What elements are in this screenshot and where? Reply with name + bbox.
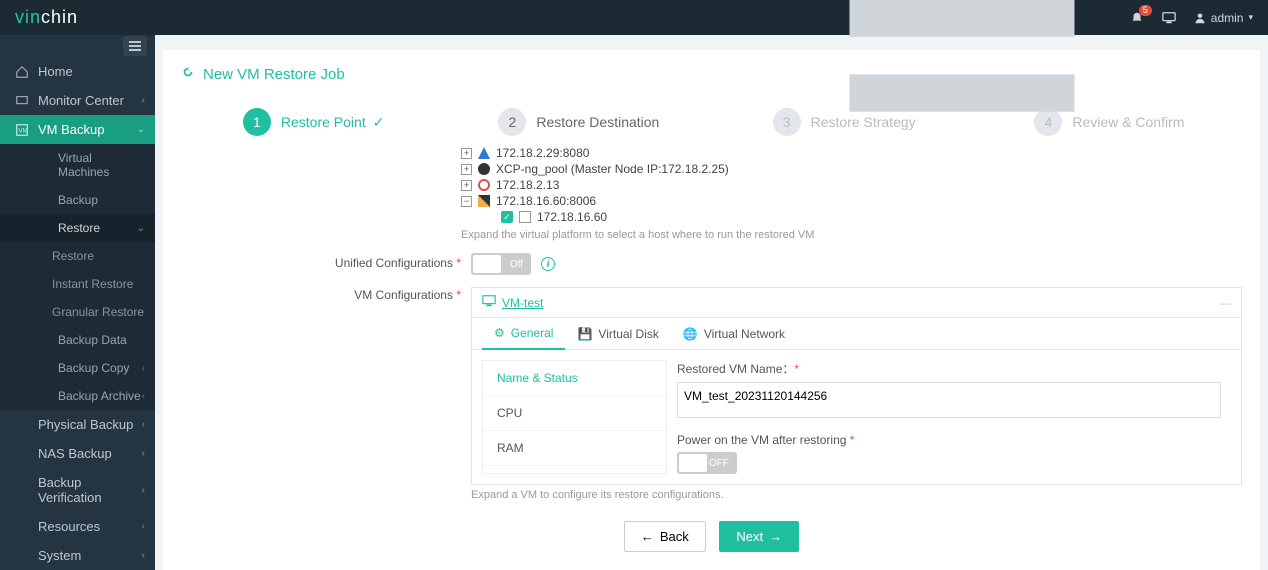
brand-logo: vinchin	[15, 7, 78, 28]
tree-node[interactable]: +172.18.2.13	[461, 177, 1242, 193]
sidebar-item-monitor[interactable]: Monitor Center‹	[0, 86, 155, 115]
expand-icon[interactable]: +	[461, 164, 472, 175]
monitor-icon	[482, 294, 496, 311]
vm-form: Restored VM Name：* Power on the VM after…	[667, 360, 1231, 474]
bell-icon[interactable]: 5	[1130, 11, 1144, 25]
checkbox-checked-icon[interactable]: ✓	[501, 211, 513, 223]
notification-badge: 5	[1139, 5, 1152, 16]
platform-icon	[478, 179, 490, 191]
user-name: admin	[1211, 11, 1244, 25]
tab-general[interactable]: ⚙General	[482, 318, 565, 350]
sidebar: Home Monitor Center‹ VMVM Backup⌄ Virtua…	[0, 35, 155, 570]
svg-text:VM: VM	[19, 127, 28, 134]
check-icon: ✓	[369, 114, 385, 130]
restored-name-label: Restored VM Name：*	[677, 360, 1221, 377]
globe-icon: 🌐	[683, 327, 698, 341]
wizard-step-1[interactable]: 1Restore Point ✓	[181, 103, 446, 141]
sidebar-item-granular-restore[interactable]: Granular Restore	[0, 298, 155, 326]
sidebar-collapse-button[interactable]	[123, 36, 147, 56]
monitor-icon[interactable]	[1162, 11, 1176, 25]
side-name-status[interactable]: Name & Status	[483, 361, 666, 396]
sidebar-item-restore-sub[interactable]: Restore	[0, 242, 155, 270]
power-label: Power on the VM after restoring *	[677, 433, 1221, 447]
wizard-step-2[interactable]: 2Restore Destination	[446, 103, 711, 141]
user-menu[interactable]: admin ▾	[1194, 11, 1253, 25]
unified-config-toggle[interactable]: Off	[471, 253, 531, 275]
disk-icon: 💾	[577, 327, 592, 341]
restored-vm-name-input[interactable]	[677, 382, 1221, 418]
vm-tabs: ⚙General 💾Virtual Disk 🌐Virtual Network	[472, 318, 1241, 350]
platform-icon	[478, 195, 490, 207]
tree-node-host[interactable]: ✓172.18.16.60	[461, 209, 1242, 225]
side-ram[interactable]: RAM	[483, 431, 666, 466]
sliders-icon: ⚙	[494, 326, 505, 340]
sidebar-item-resources[interactable]: Resources‹	[0, 512, 155, 541]
platform-icon	[478, 163, 490, 175]
sidebar-item-physical-backup[interactable]: Physical Backup‹	[0, 410, 155, 439]
menu-icon[interactable]	[812, 0, 1112, 168]
arrow-right-icon: →	[769, 529, 782, 544]
sidebar-item-vm-backup[interactable]: VMVM Backup⌄	[0, 115, 155, 144]
vm-config-panel: VM-test — ⚙General 💾Virtual Disk 🌐Virtua…	[471, 287, 1242, 485]
vm-panel-header[interactable]: VM-test —	[472, 288, 1241, 318]
collapse-icon[interactable]: −	[461, 196, 472, 207]
wizard-actions: ←Back Next→	[181, 521, 1242, 552]
sidebar-item-backup[interactable]: Backup	[0, 186, 155, 214]
vm-hint: Expand a VM to configure its restore con…	[471, 489, 1242, 501]
sidebar-item-backup-verification[interactable]: Backup Verification‹	[0, 468, 155, 512]
expand-icon[interactable]: +	[461, 148, 472, 159]
tree-node[interactable]: −172.18.16.60:8006	[461, 193, 1242, 209]
tab-virtual-network[interactable]: 🌐Virtual Network	[671, 318, 797, 349]
host-icon	[519, 211, 531, 223]
refresh-icon	[181, 65, 195, 83]
sidebar-item-restore[interactable]: Restore⌄	[0, 214, 155, 242]
sidebar-item-system[interactable]: System‹	[0, 541, 155, 570]
info-icon[interactable]: i	[541, 257, 555, 271]
side-cpu[interactable]: CPU	[483, 396, 666, 431]
topbar: vinchin 5 admin ▾	[0, 0, 1268, 35]
sidebar-item-virtual-machines[interactable]: Virtual Machines	[0, 144, 155, 186]
vm-side-nav: Name & Status CPU RAM	[482, 360, 667, 474]
sidebar-item-backup-copy[interactable]: Backup Copy‹	[0, 354, 155, 382]
collapse-icon[interactable]: —	[1219, 296, 1231, 310]
sidebar-item-home[interactable]: Home	[0, 57, 155, 86]
back-button[interactable]: ←Back	[624, 521, 706, 552]
tree-hint: Expand the virtual platform to select a …	[461, 229, 1242, 241]
expand-icon[interactable]: +	[461, 180, 472, 191]
platform-icon	[478, 147, 490, 159]
sidebar-item-nas-backup[interactable]: NAS Backup‹	[0, 439, 155, 468]
next-button[interactable]: Next→	[719, 521, 799, 552]
sidebar-item-backup-data[interactable]: Backup Data	[0, 326, 155, 354]
sidebar-submenu-vmbackup: Virtual Machines Backup Restore⌄ Restore…	[0, 144, 155, 410]
sidebar-item-backup-archive[interactable]: Backup Archive‹	[0, 382, 155, 410]
power-on-toggle[interactable]: OFF	[677, 452, 737, 474]
sidebar-item-instant-restore[interactable]: Instant Restore	[0, 270, 155, 298]
tab-virtual-disk[interactable]: 💾Virtual Disk	[565, 318, 670, 349]
arrow-left-icon: ←	[641, 529, 654, 544]
